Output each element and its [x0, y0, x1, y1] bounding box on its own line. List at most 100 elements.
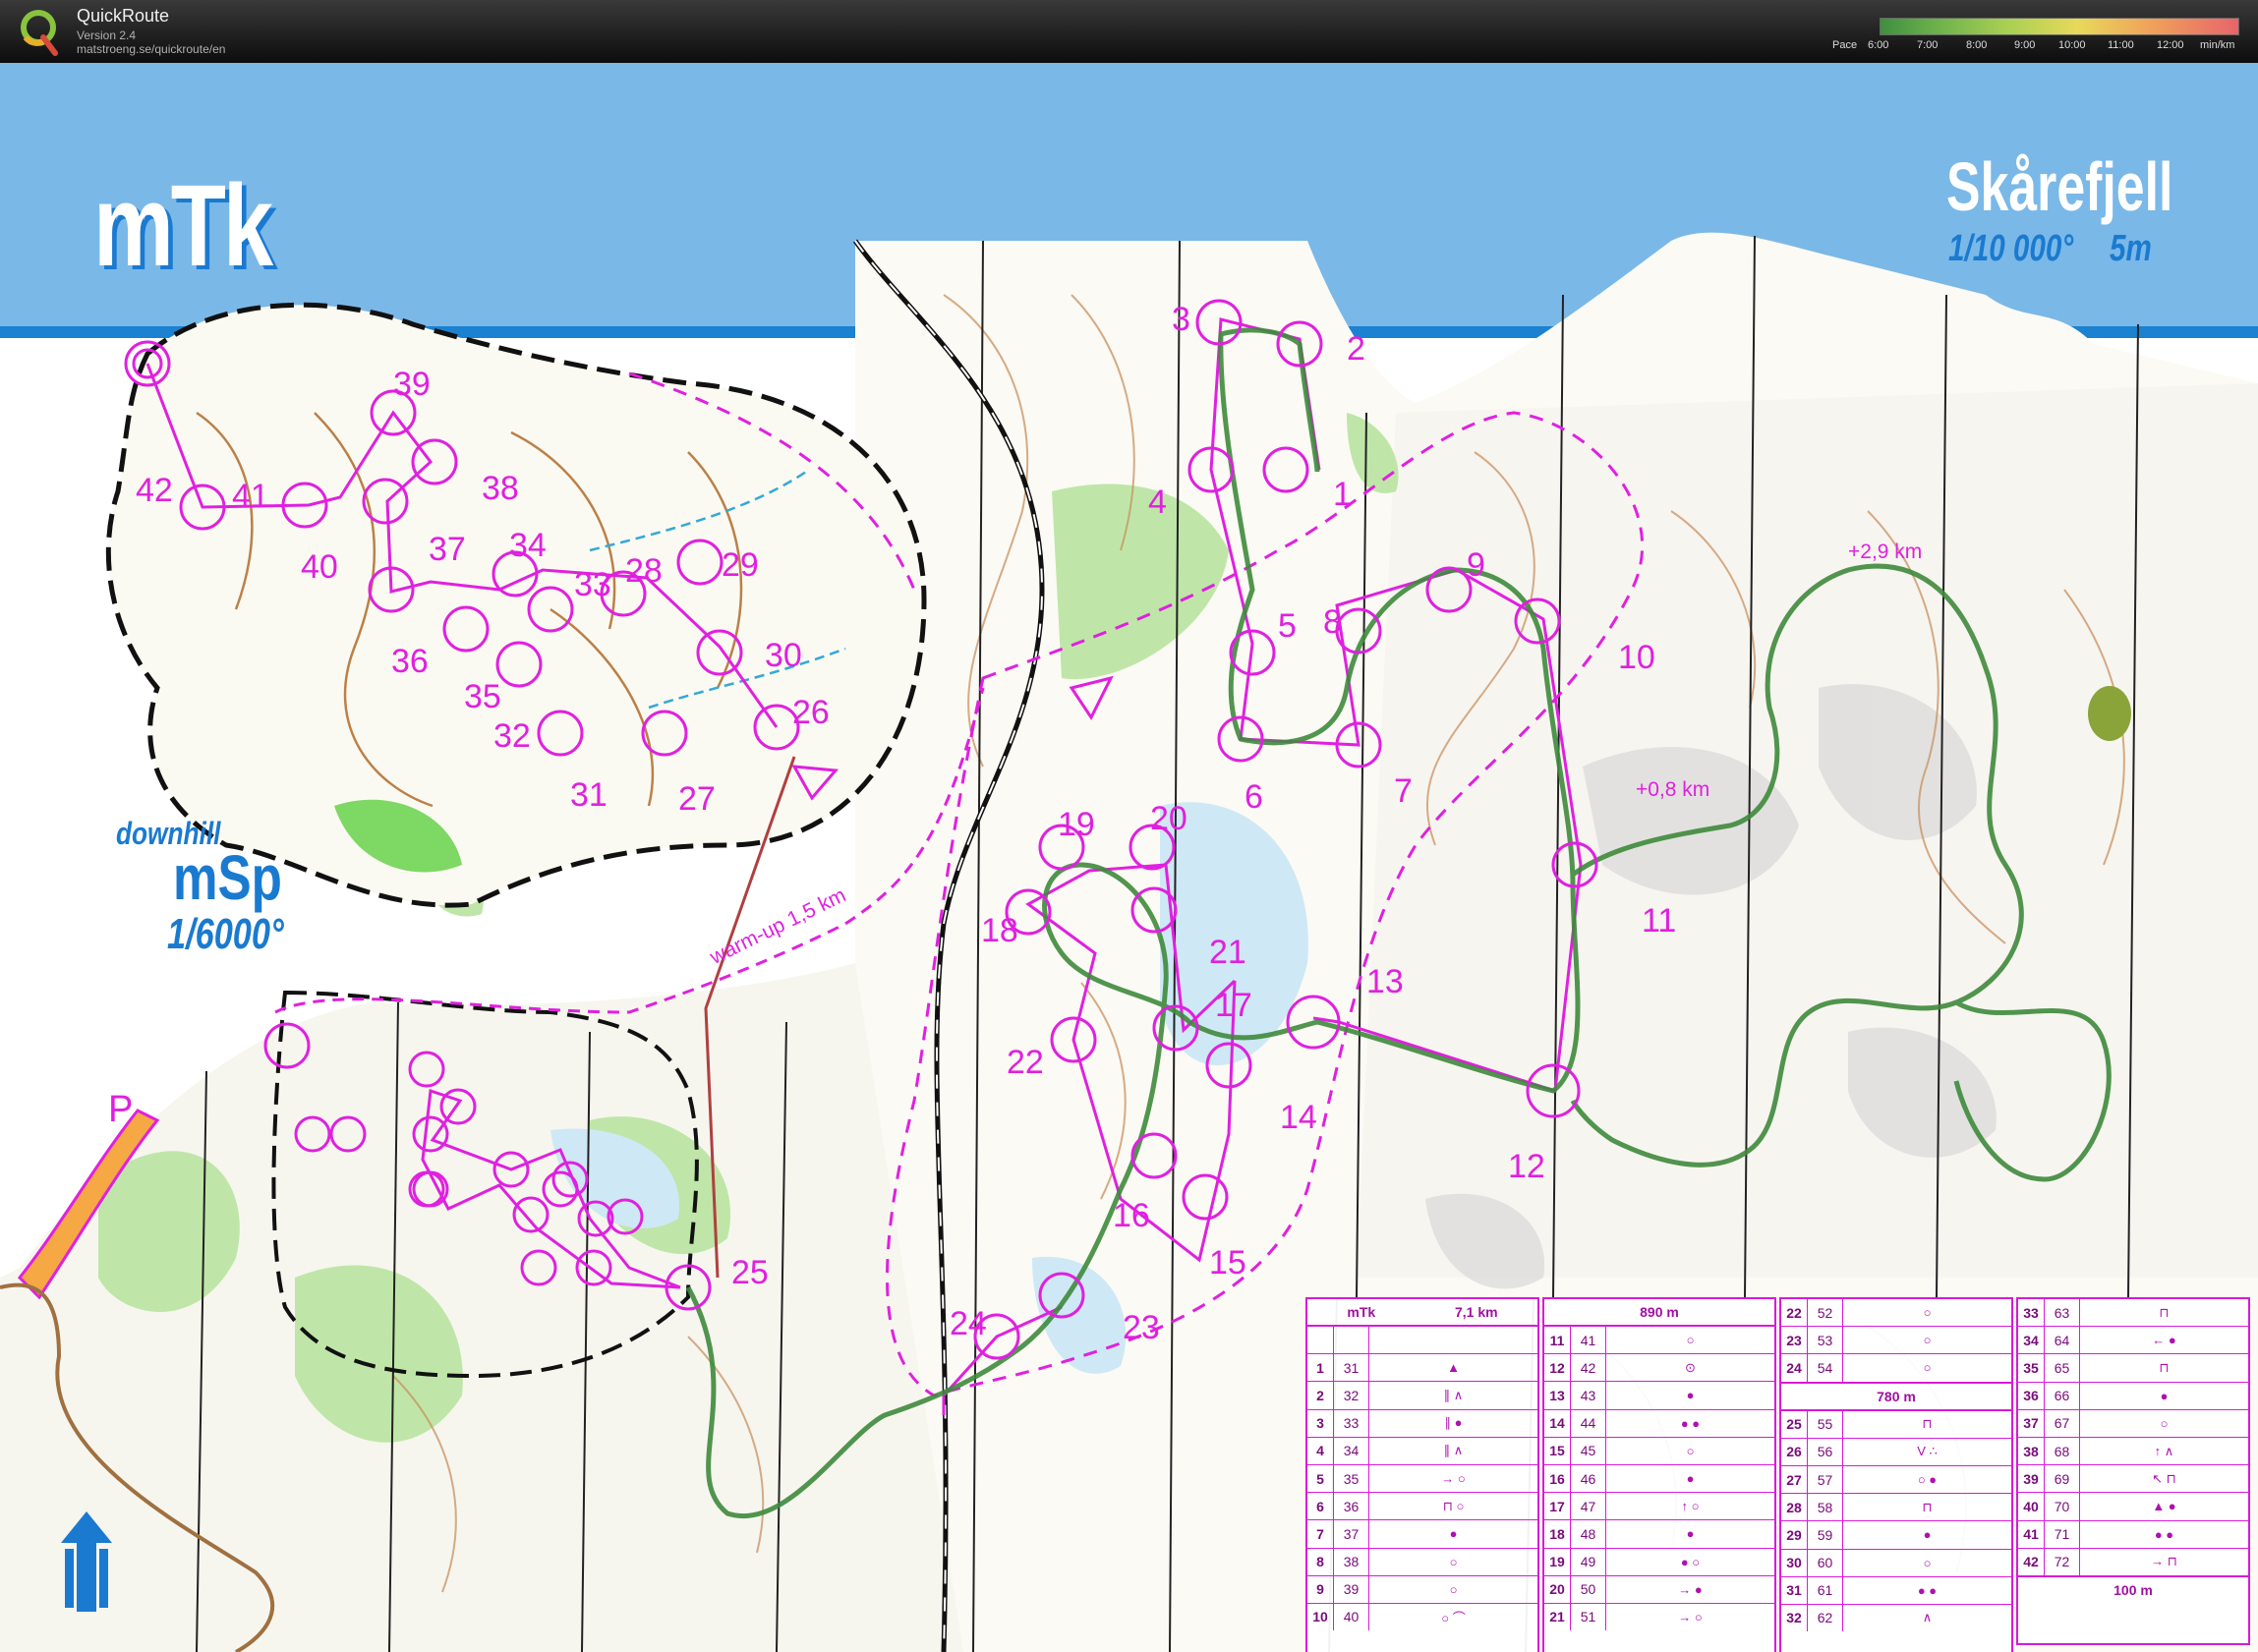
control-seq: 13 [1544, 1382, 1571, 1409]
control-number-4: 4 [1148, 484, 1167, 521]
control-seq: 26 [1781, 1438, 1808, 1465]
control-number-38: 38 [482, 470, 519, 507]
control-symbols: → ⊓ [2151, 1554, 2177, 1569]
control-symbols: ∥ ● [1444, 1415, 1463, 1431]
control-seq: 15 [1544, 1437, 1571, 1464]
desc-row: 7 37 ● [1307, 1520, 1537, 1549]
control-seq: 20 [1544, 1575, 1571, 1603]
pace-tick: 8:00 [1966, 39, 1988, 51]
control-symbols: ⊓ [2159, 1304, 2170, 1320]
pace-tick: 9:00 [2014, 39, 2036, 51]
desc-row: 39 69 ↖ ⊓ [2018, 1465, 2248, 1494]
desc-row: 12 42 ⊙ [1544, 1354, 1774, 1383]
map-scale: 1/10 000° [1948, 228, 2074, 269]
desc-row: 29 59 ● [1781, 1521, 2011, 1550]
control-number-16: 16 [1113, 1197, 1150, 1234]
control-code: 52 [1808, 1299, 1843, 1327]
control-number-27: 27 [678, 780, 716, 818]
inset-scale: 1/6000° [167, 910, 284, 958]
control-seq: 35 [2018, 1354, 2045, 1382]
control-symbols: → ○ [1441, 1471, 1466, 1487]
desc-row: 40 70 ▲ ● [2018, 1493, 2248, 1521]
control-symbols: ● ● [1680, 1415, 1701, 1431]
control-symbols: ● [1449, 1526, 1458, 1542]
extra-distance-short: +0,8 km [1636, 778, 1710, 801]
control-code: 42 [1571, 1354, 1606, 1382]
pace-tick: 11:00 [2108, 39, 2134, 51]
extra-distance-long: +2,9 km [1848, 541, 1923, 563]
desc-row: 42 72 → ⊓ [2018, 1548, 2248, 1575]
desc-row: 6 36 ⊓ ○ [1307, 1493, 1537, 1521]
control-seq: 7 [1307, 1520, 1334, 1548]
control-symbols: ⊓ [1922, 1416, 1933, 1432]
desc-row: 27 57 ○ ● [1781, 1465, 2011, 1495]
inset-title: mSp [173, 842, 282, 913]
control-number-1: 1 [1333, 476, 1352, 513]
control-code: 37 [1334, 1520, 1369, 1548]
control-number-34: 34 [509, 527, 547, 564]
control-code: 60 [1808, 1549, 1843, 1576]
control-number-15: 15 [1209, 1244, 1246, 1282]
control-seq [1307, 1327, 1334, 1354]
control-number-35: 35 [464, 678, 501, 715]
control-seq: 38 [2018, 1437, 2045, 1465]
control-number-11: 11 [1642, 902, 1677, 940]
control-symbols: ∥ ∧ [1443, 1443, 1464, 1458]
app-url[interactable]: matstroeng.se/quickroute/en [77, 42, 225, 56]
description-table-4: 33 63 ⊓ 34 64 ← ● 35 65 ⊓ 36 66 ● 37 67 ○ 38 68 ↑ ∧ 39 69 ↖ … [2016, 1297, 2250, 1645]
control-code: 35 [1334, 1464, 1369, 1493]
control-symbols: ○ [1449, 1554, 1458, 1569]
control-code: 63 [2045, 1299, 2080, 1327]
control-symbols: ⊓ [1922, 1499, 1933, 1514]
desc-rows: 1 31 ▲ 2 32 ∥ ∧ 3 33 ∥ ● 4 34 ∥ ∧ 5 35 → ○ 6 36 ⊓ ○ 7 37 ● 8 3… [1307, 1327, 1537, 1631]
control-number-7: 7 [1394, 772, 1413, 810]
control-number-24: 24 [950, 1305, 987, 1342]
control-code: 53 [1808, 1327, 1843, 1354]
desc-row: 38 68 ↑ ∧ [2018, 1437, 2248, 1466]
control-code: 43 [1571, 1382, 1606, 1409]
desc-row: 24 54 ○ [1781, 1354, 2011, 1382]
control-number-36: 36 [391, 643, 429, 680]
control-code: 34 [1334, 1437, 1369, 1464]
control-code: 57 [1808, 1465, 1843, 1494]
control-seq: 22 [1781, 1299, 1808, 1327]
control-code: 56 [1808, 1438, 1843, 1465]
control-seq: 34 [2018, 1327, 2045, 1354]
desc-row: 26 56 V ∴ [1781, 1438, 2011, 1466]
leg-length: 890 m [1640, 1304, 1679, 1320]
orienteering-map[interactable]: mTk Skårefjell 1/10 000° 5m downhill mSp… [0, 63, 2258, 1652]
control-code: 71 [2045, 1520, 2080, 1548]
finish-length: 100 m [2113, 1581, 2153, 1598]
control-symbols: ← ● [2152, 1333, 2176, 1348]
pace-unit: min/km [2200, 39, 2235, 51]
control-code: 66 [2045, 1382, 2080, 1409]
title-bar: QuickRoute Version 2.4 matstroeng.se/qui… [0, 0, 2258, 63]
control-seq: 30 [1781, 1549, 1808, 1576]
control-symbols: ▲ [1447, 1360, 1460, 1376]
description-table-2: 890 m 11 41 ○ 12 42 ⊙ 13 43 ● 14 44 ● ● 15 45 ○ 16 46 ● 17… [1542, 1297, 1776, 1652]
control-code: 51 [1571, 1603, 1606, 1631]
desc-row: 19 49 ● ○ [1544, 1548, 1774, 1576]
control-number-12: 12 [1508, 1148, 1545, 1185]
desc-row: 3 33 ∥ ● [1307, 1409, 1537, 1438]
desc-row: 17 47 ↑ ○ [1544, 1493, 1774, 1521]
control-code: 33 [1334, 1409, 1369, 1437]
desc-row: 41 71 ● ● [2018, 1520, 2248, 1549]
control-code: 44 [1571, 1409, 1606, 1437]
control-code: 39 [1334, 1575, 1369, 1603]
control-number-41: 41 [232, 478, 269, 515]
control-code: 67 [2045, 1409, 2080, 1437]
control-symbols: ● [1686, 1526, 1695, 1542]
control-number-3: 3 [1172, 301, 1190, 338]
control-code: 62 [1808, 1604, 1843, 1632]
control-number-18: 18 [981, 912, 1018, 949]
desc-row: 34 64 ← ● [2018, 1327, 2248, 1355]
control-number-28: 28 [625, 552, 663, 590]
control-code: 48 [1571, 1520, 1606, 1548]
control-seq: 3 [1307, 1409, 1334, 1437]
control-symbols: ⊓ ○ [1442, 1498, 1465, 1513]
control-number-17: 17 [1215, 987, 1252, 1024]
desc-row: 33 63 ⊓ [2018, 1299, 2248, 1328]
app-name: QuickRoute [77, 6, 170, 26]
pace-tick: 7:00 [1917, 39, 1939, 51]
